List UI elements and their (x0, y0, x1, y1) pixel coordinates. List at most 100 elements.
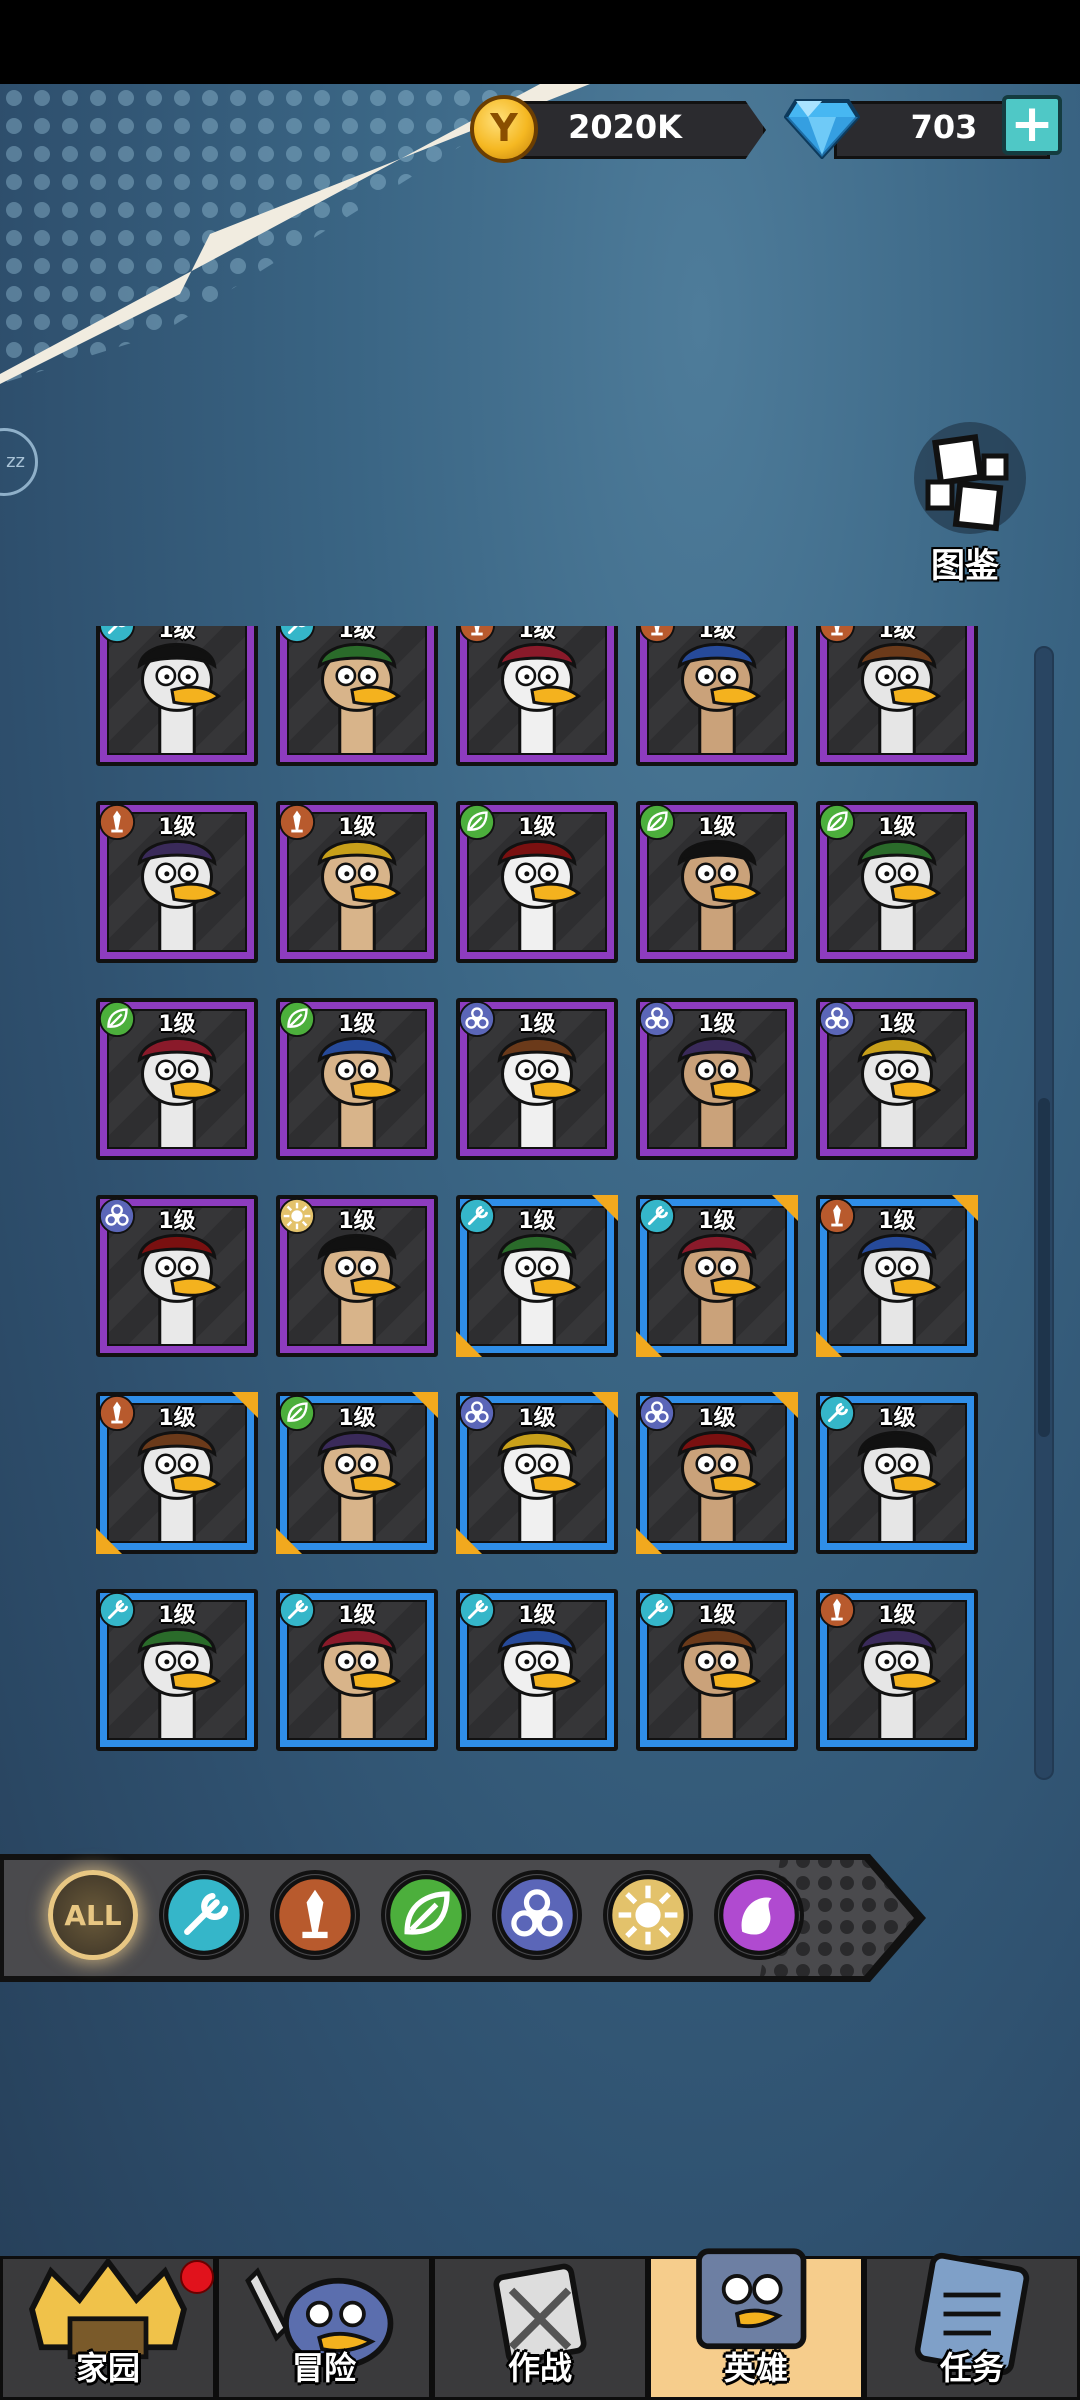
hero-card[interactable]: 1级 (276, 1392, 438, 1554)
hero-card[interactable]: 1级 (96, 1392, 258, 1554)
hero-card[interactable]: 1级 (636, 801, 798, 963)
biohazard-filter-icon (495, 1873, 579, 1957)
hero-portrait (857, 642, 942, 753)
hero-frame (647, 626, 787, 755)
biohazard-element-icon (458, 1000, 496, 1038)
coin-icon: Y (470, 95, 538, 163)
warrior-element-icon (458, 626, 496, 644)
hero-card[interactable]: 1级 (456, 626, 618, 766)
hero-card[interactable]: 1级 (636, 1589, 798, 1751)
hero-card[interactable]: 1级 (96, 1195, 258, 1357)
nature-element-icon (458, 803, 496, 841)
holy-element-icon (278, 1197, 316, 1235)
filter-warrior-button[interactable] (270, 1870, 360, 1960)
tech-element-icon (638, 1591, 676, 1629)
nav-label-heroes: 英雄 (723, 2349, 788, 2387)
tech-element-icon (818, 1394, 856, 1432)
hero-card[interactable]: 1级 (276, 998, 438, 1160)
tech-element-icon (458, 1197, 496, 1235)
filter-tech-button[interactable] (159, 1870, 249, 1960)
nav-tab-heroes[interactable]: 英雄 (648, 2248, 864, 2400)
diamond-icon (784, 99, 860, 159)
hero-card[interactable]: 1级 (96, 998, 258, 1160)
hero-card[interactable]: 1级 (816, 801, 978, 963)
hero-card[interactable]: 1级 (816, 998, 978, 1160)
nature-element-icon (98, 1000, 136, 1038)
hero-portrait (137, 642, 222, 753)
hero-list-scrollbar[interactable] (1034, 646, 1054, 1780)
nav-label-battle: 作战 (507, 2349, 572, 2387)
nav-label-adventure: 冒险 (291, 2349, 356, 2387)
coin-counter: 2020K Y (470, 95, 766, 163)
arcane-filter-icon (717, 1873, 801, 1957)
warrior-element-icon (818, 1197, 856, 1235)
nature-element-icon (278, 1394, 316, 1432)
filter-holy-button[interactable] (603, 1870, 693, 1960)
hero-card[interactable]: 1级 (456, 1589, 618, 1751)
coin-amount: 2020K (568, 108, 682, 146)
biohazard-element-icon (458, 1394, 496, 1432)
sleep-button[interactable]: zz (0, 428, 38, 496)
hero-card[interactable]: 1级 (816, 1392, 978, 1554)
nav-tab-tasks[interactable]: 任务 (864, 2252, 1080, 2400)
hero-card[interactable]: 1级 (816, 1195, 978, 1357)
hero-screen: 2020K Y 703 + zz 图鉴 1级 1级 1级 1级 1级 1级 1级 1级 1级 1级… (0, 0, 1080, 2400)
holy-filter-icon (606, 1873, 690, 1957)
biohazard-element-icon (638, 1394, 676, 1432)
tech-element-icon (458, 1591, 496, 1629)
hero-card[interactable]: 1级 (636, 626, 798, 766)
nature-filter-icon (384, 1873, 468, 1957)
tech-element-icon (98, 626, 136, 644)
tech-element-icon (98, 1591, 136, 1629)
nature-element-icon (278, 1000, 316, 1038)
hero-frame (287, 626, 427, 755)
hero-card[interactable]: 1级 (276, 1195, 438, 1357)
hero-card[interactable]: 1级 (456, 1195, 618, 1357)
warrior-filter-icon (273, 1873, 357, 1957)
hero-card[interactable]: 1级 (636, 998, 798, 1160)
hero-card[interactable]: 1级 (96, 626, 258, 766)
tech-element-icon (638, 1197, 676, 1235)
hero-card[interactable]: 1级 (816, 1589, 978, 1751)
filter-nature-button[interactable] (381, 1870, 471, 1960)
filter-all-button[interactable]: ALL (48, 1870, 138, 1960)
hero-card[interactable]: 1级 (96, 801, 258, 963)
notification-badge (180, 2260, 214, 2294)
hero-card[interactable]: 1级 (636, 1195, 798, 1357)
hero-frame (467, 626, 607, 755)
filter-arcane-button[interactable] (714, 1870, 804, 1960)
nature-element-icon (638, 803, 676, 841)
biohazard-element-icon (98, 1197, 136, 1235)
hero-portrait (497, 642, 582, 753)
filter-all-label: ALL (64, 1899, 122, 1932)
hero-card[interactable]: 1级 (636, 1392, 798, 1554)
scrollbar-thumb[interactable] (1038, 1098, 1050, 1437)
hero-card[interactable]: 1级 (276, 801, 438, 963)
hero-portrait (677, 642, 762, 753)
hero-card[interactable]: 1级 (276, 1589, 438, 1751)
nav-tab-adventure[interactable]: 冒险 (216, 2256, 432, 2400)
tech-filter-icon (162, 1873, 246, 1957)
hero-card[interactable]: 1级 (456, 801, 618, 963)
tech-element-icon (278, 626, 316, 644)
tech-element-icon (278, 1591, 316, 1629)
biohazard-element-icon (638, 1000, 676, 1038)
hero-grid-viewport: 1级 1级 1级 1级 1级 1级 1级 1级 1级 1级 1级 1级 1级 1级 1级 1级 1级 1级 1级 1级… (90, 626, 1000, 1776)
biohazard-element-icon (818, 1000, 856, 1038)
nav-tab-battle[interactable]: 作战 (432, 2256, 648, 2400)
hero-card[interactable]: 1级 (96, 1589, 258, 1751)
add-gems-button[interactable]: + (1002, 95, 1062, 155)
codex-label: 图鉴 (931, 546, 999, 586)
hero-card[interactable]: 1级 (456, 998, 618, 1160)
filter-biohazard-button[interactable] (492, 1870, 582, 1960)
warrior-element-icon (278, 803, 316, 841)
hero-card[interactable]: 1级 (276, 626, 438, 766)
nav-label-home: 家园 (75, 2349, 140, 2387)
hero-card[interactable]: 1级 (816, 626, 978, 766)
codex-button[interactable]: 图鉴 (890, 420, 1040, 586)
status-bar (0, 0, 1080, 84)
hero-card[interactable]: 1级 (456, 1392, 618, 1554)
nav-label-tasks: 任务 (939, 2349, 1004, 2387)
hero-portrait (317, 642, 402, 753)
warrior-element-icon (818, 626, 856, 644)
